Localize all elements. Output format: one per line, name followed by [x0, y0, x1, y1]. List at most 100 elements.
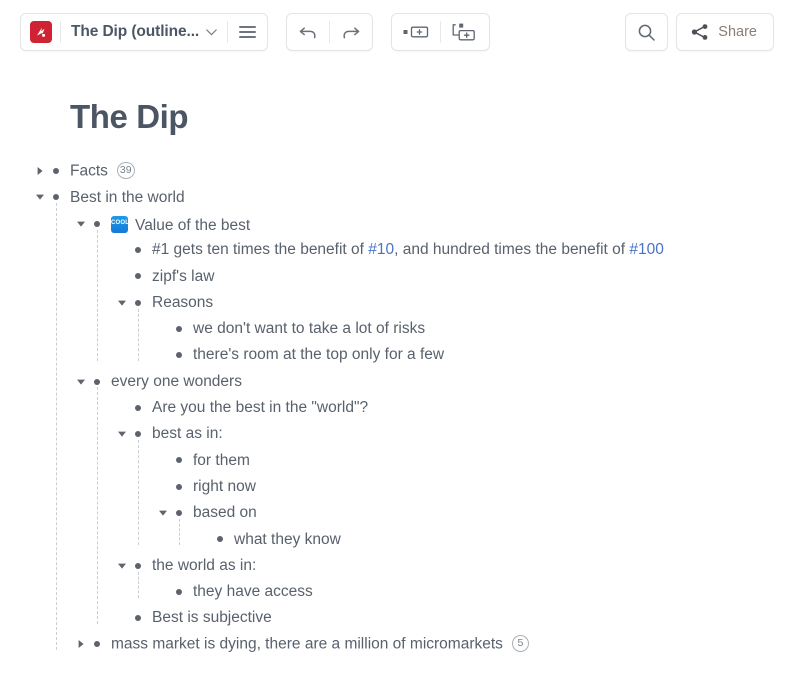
chevron-down-icon [206, 28, 217, 35]
search-icon [638, 24, 656, 41]
outline-row[interactable]: right now [0, 474, 792, 500]
redo-button[interactable] [330, 14, 372, 50]
outline-item-text[interactable]: based on [193, 505, 257, 521]
outline-bullet[interactable] [135, 273, 141, 280]
hamburger-menu-icon [239, 26, 257, 38]
outline-bullet[interactable] [135, 404, 141, 411]
outline-item-text[interactable]: what they know [234, 530, 341, 548]
outline-bullet[interactable] [176, 510, 182, 516]
outline-row[interactable]: we don't want to take a lot of risks [0, 316, 792, 342]
collapse-triangle-icon[interactable] [34, 191, 46, 203]
outline-bullet[interactable] [217, 536, 223, 543]
outline-item-text[interactable]: the world as in: [152, 558, 256, 574]
outline-row[interactable]: Reasons [0, 289, 792, 315]
outline-row[interactable]: they have access [0, 579, 792, 605]
outline-row[interactable]: what they know [0, 526, 792, 552]
outline-row[interactable]: Best is subjective [0, 605, 792, 631]
outline-item-text[interactable]: COOL Value of the best [111, 213, 250, 234]
outline-bullet[interactable] [176, 325, 182, 332]
outline-bullet[interactable] [135, 615, 141, 622]
collapse-triangle-icon[interactable] [75, 376, 87, 388]
outline-row[interactable]: for them [0, 447, 792, 473]
outline-item-text[interactable]: Reasons [152, 295, 213, 311]
insert-child-item-icon [452, 23, 475, 41]
outline-row[interactable]: COOL Value of the best [0, 211, 792, 237]
outline-text-segment: Are you the best in the "world"? [152, 399, 369, 417]
outline-item-text[interactable]: zipf's law [152, 267, 215, 285]
outline-item-text[interactable]: Best in the world [70, 189, 185, 206]
search-button[interactable] [626, 14, 667, 50]
insert-child-item-button[interactable] [441, 14, 489, 50]
outline-text-segment: what they know [234, 530, 341, 548]
outline-item-text[interactable]: they have access [193, 584, 313, 600]
outline-bullet[interactable] [176, 352, 182, 359]
outline-text-segment: zipf's law [152, 267, 215, 285]
collapse-triangle-icon[interactable] [75, 218, 87, 230]
outline-bullet[interactable] [94, 220, 100, 227]
outline-item-text[interactable]: for them [193, 452, 250, 469]
outline-bullet[interactable] [53, 194, 59, 201]
outline-item-text[interactable]: Are you the best in the "world"? [152, 400, 368, 416]
outline-bullet[interactable] [176, 483, 182, 490]
outline-bullet[interactable] [135, 562, 141, 569]
outline-bullet[interactable] [94, 641, 100, 648]
outline-bullet[interactable] [176, 457, 182, 464]
share-button[interactable]: Share [677, 14, 773, 50]
collapse-triangle-icon[interactable] [157, 507, 169, 519]
outline-item-text[interactable]: mass market is dying, there are a millio… [111, 634, 529, 653]
insert-toolbar-group [391, 13, 491, 51]
outline-row[interactable]: Are you the best in the "world"? [0, 395, 792, 421]
outline-row[interactable]: the world as in: [0, 552, 792, 578]
page-title: The Dip [70, 98, 189, 135]
undo-button[interactable] [287, 14, 329, 50]
document-menu-button[interactable] [228, 14, 267, 50]
outline-guide-line [138, 571, 139, 598]
outline-item-text[interactable]: we don't want to take a lot of risks [193, 321, 425, 337]
collapse-triangle-icon[interactable] [116, 560, 128, 572]
outline-row[interactable]: Best in the world [0, 184, 792, 210]
outline-bullet[interactable] [135, 299, 141, 306]
outline-bullet[interactable] [135, 431, 141, 438]
cool-image-thumbnail[interactable]: COOL [111, 216, 128, 234]
child-count-badge: 5 [511, 634, 529, 652]
outline-row[interactable]: every one wonders [0, 368, 792, 394]
outline-text-segment: Best is subjective [152, 609, 272, 627]
outline-row[interactable]: there's room at the top only for a few [0, 342, 792, 368]
expand-triangle-icon[interactable] [75, 638, 87, 650]
insert-item-icon [403, 26, 429, 38]
outline-guide-line [179, 518, 180, 546]
outline-bullet[interactable] [53, 168, 59, 175]
outline-item-text[interactable]: Best is subjective [152, 610, 272, 626]
child-count-badge: 39 [116, 161, 135, 179]
outline-row[interactable]: Facts 39 [0, 158, 792, 184]
top-toolbar: The Dip (outline... Share [0, 0, 792, 64]
outline-bullet[interactable] [94, 378, 100, 385]
share-toolbar-group: Share [676, 13, 774, 51]
app-logo[interactable] [21, 14, 60, 50]
outline-link[interactable]: #10 [368, 241, 394, 258]
outline-text-segment: we don't want to take a lot of risks [193, 320, 426, 338]
outline-item-text[interactable]: right now [193, 479, 256, 495]
document-title-dropdown[interactable]: The Dip (outline... [61, 14, 227, 50]
outline-item-text[interactable]: #1 gets ten times the benefit of #10, an… [152, 242, 664, 258]
outline-item-text[interactable]: best as in: [152, 426, 223, 442]
outline-text-segment: , and hundred times the benefit of [394, 241, 630, 259]
outline-item-text[interactable]: there's room at the top only for a few [193, 347, 444, 363]
outline-row[interactable]: mass market is dying, there are a millio… [0, 631, 792, 657]
outline-bullet[interactable] [135, 247, 141, 254]
outline-row[interactable]: based on [0, 500, 792, 526]
outline-link[interactable]: #100 [629, 241, 663, 258]
share-label: Share [718, 24, 757, 40]
outline-item-text[interactable]: every one wonders [111, 374, 242, 390]
outline-text-segment: the world as in: [152, 556, 257, 574]
collapse-triangle-icon[interactable] [116, 428, 128, 440]
collapse-triangle-icon[interactable] [116, 297, 128, 309]
outline-row[interactable]: zipf's law [0, 263, 792, 289]
outline-row[interactable]: best as in: [0, 421, 792, 447]
outline-text-segment: Facts [70, 162, 108, 180]
insert-item-button[interactable] [392, 14, 440, 50]
expand-triangle-icon[interactable] [34, 165, 46, 177]
outline-bullet[interactable] [176, 588, 182, 595]
outline-row[interactable]: #1 gets ten times the benefit of #10, an… [0, 237, 792, 263]
outline-item-text[interactable]: Facts 39 [70, 161, 135, 180]
